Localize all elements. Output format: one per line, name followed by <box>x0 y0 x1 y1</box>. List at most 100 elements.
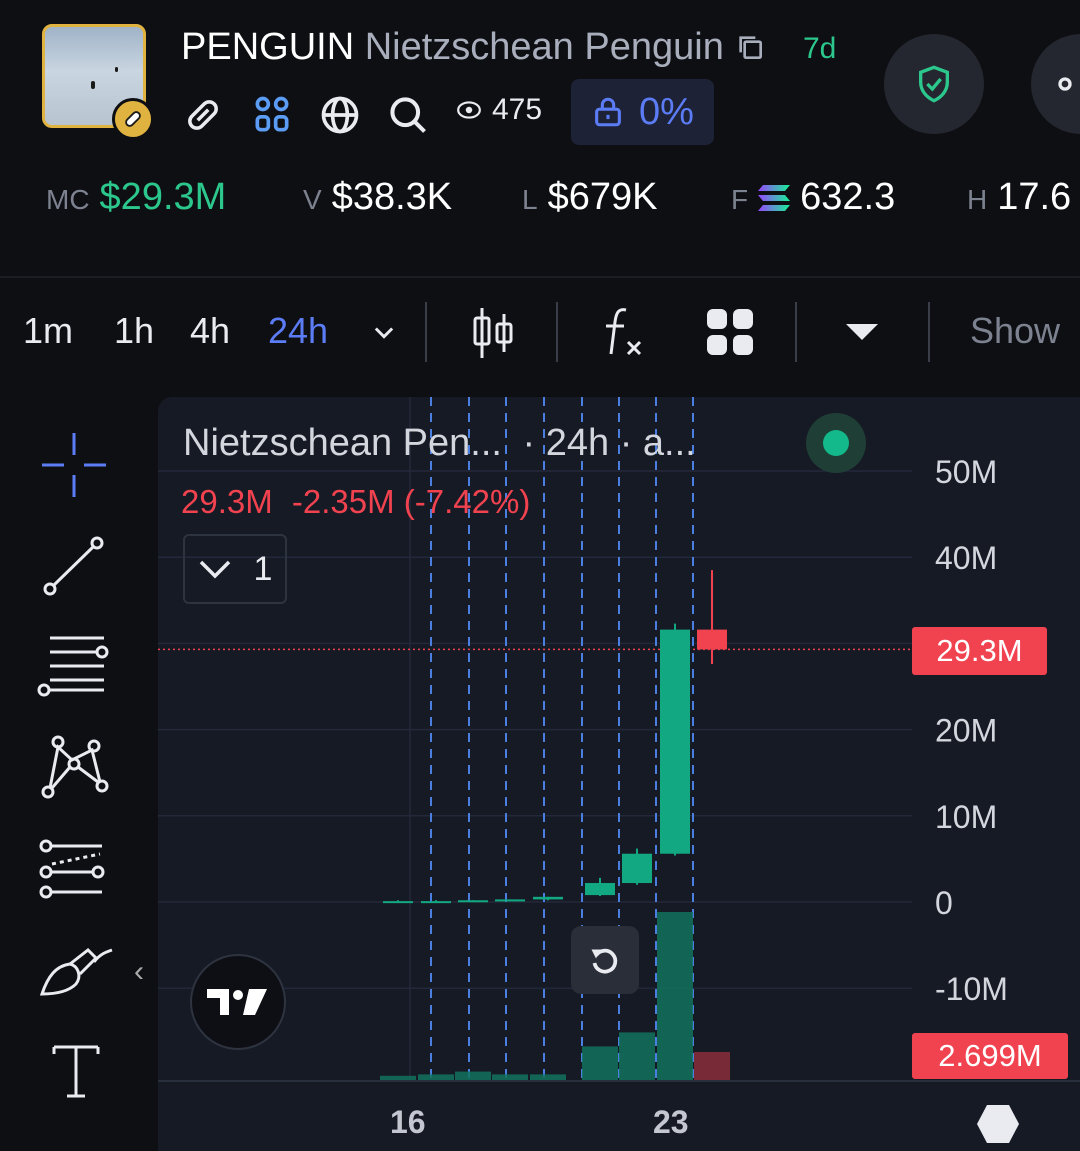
x-tick-label: 16 <box>390 1104 426 1140</box>
stat-value: $38.3K <box>331 176 453 218</box>
interval-1m[interactable]: 1m <box>23 310 73 352</box>
candle-body <box>660 629 690 854</box>
brush-tool[interactable] <box>38 942 114 1005</box>
locked-pct: 0% <box>639 90 694 133</box>
candle-body <box>383 901 413 904</box>
volume-bar <box>530 1074 566 1080</box>
locked-badge[interactable]: 0% <box>571 79 714 145</box>
globe-icon[interactable] <box>318 90 362 140</box>
chevron-down-icon <box>199 560 230 579</box>
holders-icon[interactable] <box>250 90 294 140</box>
chart-legend-title: Nietzschean Pen... · 24h · a... <box>183 422 696 465</box>
pattern-tool[interactable] <box>38 734 110 807</box>
interval-4h[interactable]: 4h <box>190 310 230 352</box>
pill-badge-icon <box>112 98 154 140</box>
chart-title-suffix: · 24h · a... <box>522 422 696 464</box>
indicators-collapse-button[interactable]: 1 <box>183 534 287 604</box>
stat-volume: V $38.3K <box>303 176 452 219</box>
stat-value: 17.6 <box>997 176 1072 218</box>
refresh-icon <box>591 948 618 974</box>
chevron-down-icon <box>374 327 394 339</box>
projection-icon <box>39 839 105 899</box>
show-button[interactable]: Show <box>970 310 1060 352</box>
stat-key: F <box>731 184 749 215</box>
eye-icon <box>457 101 481 119</box>
volume-bar <box>455 1071 491 1080</box>
legend-change-pct: (-7.42%) <box>403 483 531 520</box>
volume-tag: 2.699M <box>912 1033 1068 1079</box>
candle-type-button[interactable] <box>472 306 514 365</box>
toolbar-separator <box>795 302 797 362</box>
shield-check-icon <box>919 65 949 103</box>
candle-body <box>533 896 563 900</box>
token-title: PENGUIN Nietzschean Penguin <box>181 26 766 69</box>
volume-bar <box>380 1075 416 1080</box>
interval-dropdown[interactable] <box>370 318 398 351</box>
tradingview-logo[interactable] <box>190 954 286 1050</box>
y-tick-label: 20M <box>935 713 997 749</box>
pattern-icon <box>41 735 109 799</box>
volume-bar <box>657 912 693 1080</box>
caret-down-icon <box>846 324 878 340</box>
fib-tool[interactable] <box>36 632 112 703</box>
stat-key: L <box>522 184 538 215</box>
view-count-value: 475 <box>492 93 543 126</box>
volume-bar <box>582 1046 618 1080</box>
collapse-toolbar-icon[interactable]: ‹ <box>134 955 144 989</box>
trend-line-icon <box>43 536 104 596</box>
chart-legend-values: 29.3M -2.35M (-7.42%) <box>181 483 530 521</box>
y-tick-label: 0 <box>935 885 953 921</box>
candle-body <box>421 901 451 904</box>
toolbar-separator <box>425 302 427 362</box>
volume-bar <box>694 1052 730 1080</box>
y-tick-label: 40M <box>935 540 997 576</box>
stat-holders: H 17.6 <box>967 176 1071 219</box>
projection-tool[interactable] <box>36 838 108 905</box>
grid-layout-icon <box>707 309 753 355</box>
toolbar-separator <box>556 302 558 362</box>
last-price-tag: 29.3M <box>912 627 1047 675</box>
candle-body <box>585 883 615 896</box>
volume-bar <box>619 1032 655 1080</box>
interval-24h[interactable]: 24h <box>268 310 328 352</box>
live-status-button[interactable] <box>806 413 866 473</box>
stat-liquidity: L $679K <box>522 176 657 219</box>
interval-1h[interactable]: 1h <box>114 310 154 352</box>
tradingview-icon <box>207 989 267 1015</box>
volume-bar <box>418 1074 454 1080</box>
candle-body <box>697 629 727 650</box>
legend-last: 29.3M <box>181 483 273 520</box>
stat-value: $29.3M <box>99 176 227 218</box>
candle-body <box>622 853 652 884</box>
settings-hexagon-icon[interactable] <box>976 1104 1020 1149</box>
legend-change: -2.35M <box>291 483 395 520</box>
link-icon[interactable] <box>182 90 224 140</box>
more-dropdown[interactable] <box>845 322 879 347</box>
view-count: 475 <box>456 93 542 127</box>
text-tool[interactable] <box>52 1044 100 1105</box>
stat-fees: F 632.3 <box>731 176 895 219</box>
reset-chart-button[interactable] <box>571 926 639 994</box>
x-tick-label: 23 <box>653 1104 689 1140</box>
solana-icon <box>758 184 791 211</box>
share-icon <box>1058 77 1072 91</box>
share-button[interactable] <box>1031 34 1080 134</box>
indicators-button[interactable] <box>600 304 646 365</box>
volume-bar <box>492 1074 528 1080</box>
stat-key: V <box>303 184 322 215</box>
crosshair-icon <box>42 433 106 497</box>
copy-icon[interactable] <box>734 31 766 63</box>
trend-line-tool[interactable] <box>40 534 108 603</box>
horizontal-lines-icon <box>37 636 109 697</box>
candle-body <box>458 900 488 903</box>
stat-key: H <box>967 184 988 215</box>
collapse-count: 1 <box>253 549 273 588</box>
security-button[interactable] <box>884 34 984 134</box>
text-icon <box>52 1045 100 1098</box>
token-age: 7d <box>803 32 837 65</box>
crosshair-tool[interactable] <box>40 431 108 504</box>
candle-body <box>495 899 525 902</box>
y-tick-label: 50M <box>935 454 997 490</box>
search-icon[interactable] <box>386 90 430 140</box>
layout-button[interactable] <box>706 308 754 361</box>
